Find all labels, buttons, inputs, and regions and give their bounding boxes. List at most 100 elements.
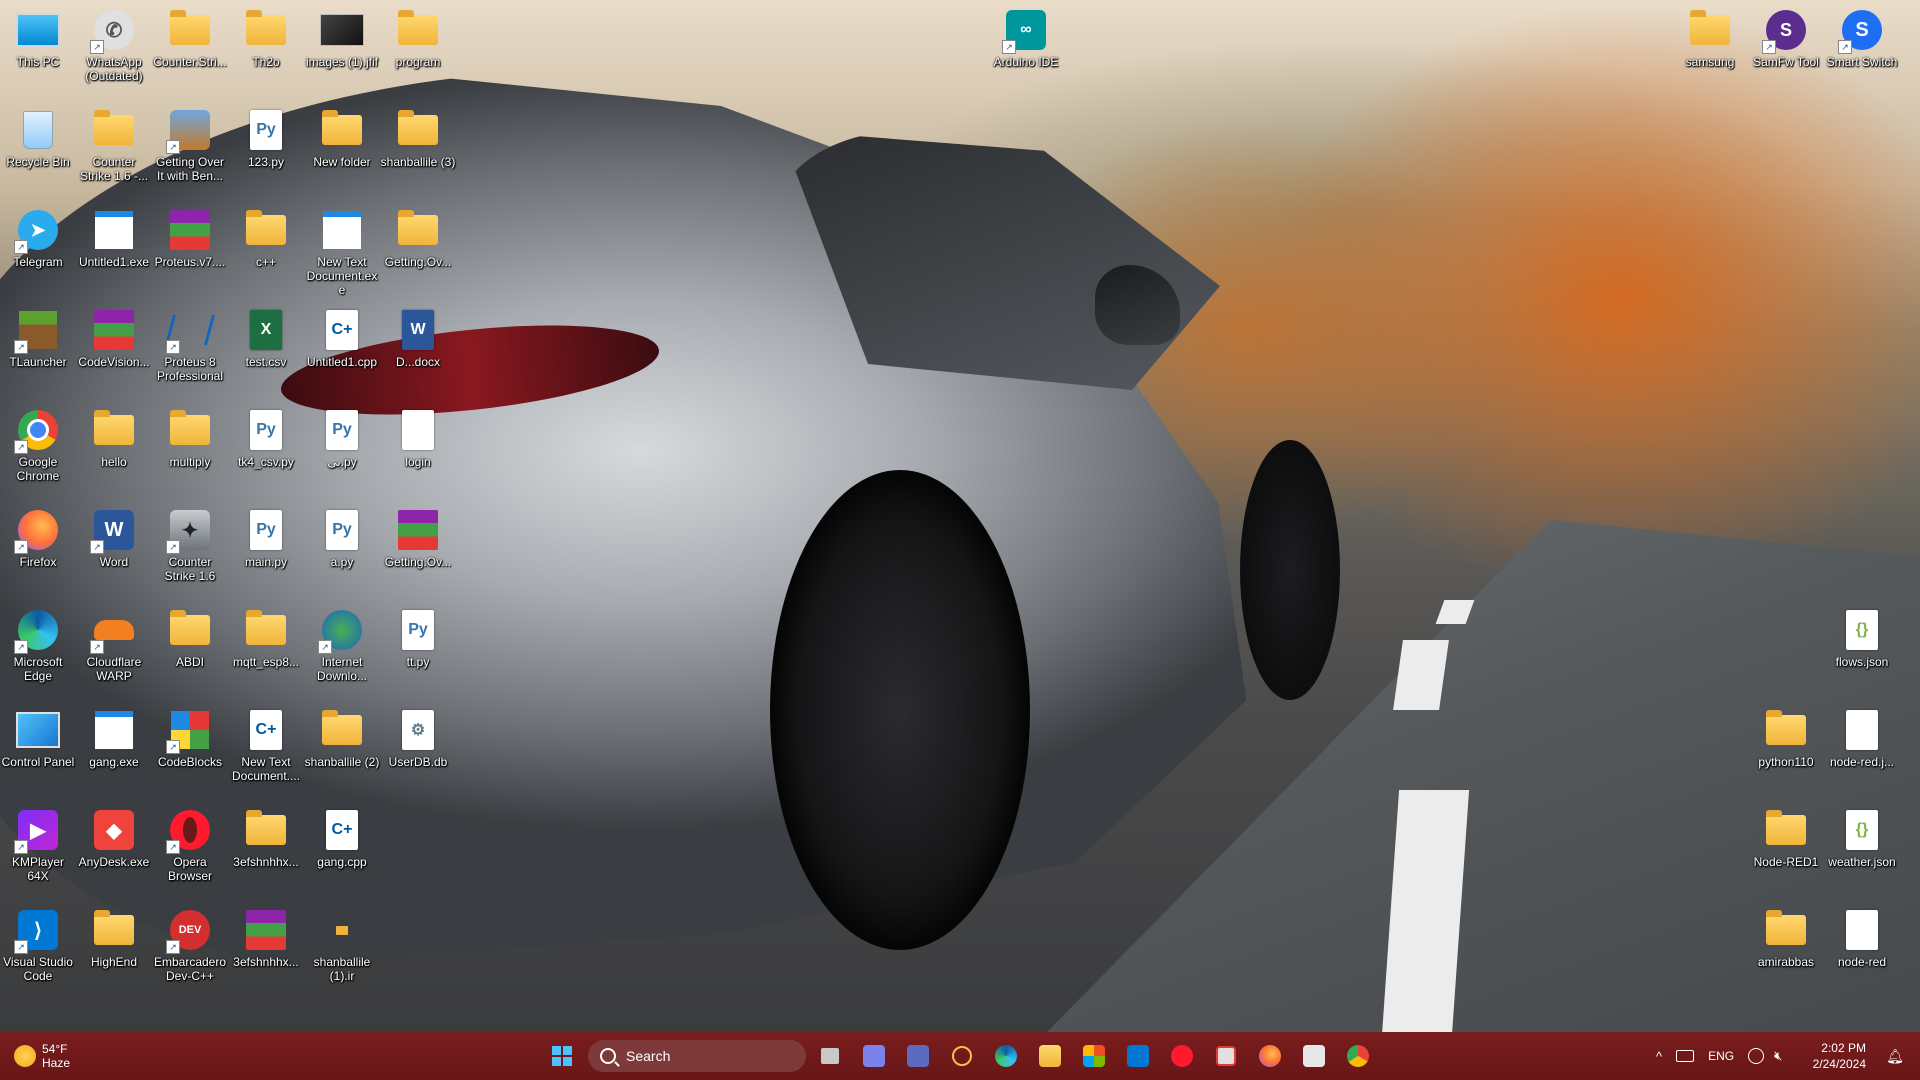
desktop-icon-codevision[interactable]: CodeVision... — [76, 308, 152, 369]
taskbar-task-view[interactable] — [812, 1038, 848, 1074]
taskbar-vscode[interactable] — [1120, 1038, 1156, 1074]
desktop-icon-gang-exe[interactable]: gang.exe — [76, 708, 152, 769]
taskbar-teams[interactable] — [856, 1038, 892, 1074]
desktop-icon-anydesk[interactable]: ◆ AnyDesk.exe — [76, 808, 152, 869]
desktop-icon-node-red1[interactable]: Node-RED1 — [1748, 808, 1824, 869]
desktop-icon-whatsapp[interactable]: ✆ ↗ WhatsApp (Outdated) — [76, 8, 152, 83]
desktop-icon-th2o[interactable]: Th2o — [228, 8, 304, 69]
desktop-icon-main-py[interactable]: Py main.py — [228, 508, 304, 569]
desktop-icon-multiply[interactable]: multiply — [152, 408, 228, 469]
taskbar-store[interactable] — [1076, 1038, 1112, 1074]
language-indicator[interactable]: ENG — [1708, 1049, 1734, 1063]
python-file-icon: Py — [244, 508, 288, 552]
clock[interactable]: 2:02 PM 2/24/2024 — [1813, 1040, 1866, 1072]
desktop-icon-proteus-archive[interactable]: Proteus.v7.... — [152, 208, 228, 269]
desktop-icon-weather-json[interactable]: {} weather.json — [1824, 808, 1900, 869]
desktop-icon-persian-py[interactable]: Py بی.py — [304, 408, 380, 469]
desktop-icon-counter-strike-16[interactable]: Counter Strike 1.6 -... — [76, 108, 152, 183]
desktop-icon-untitled1-exe[interactable]: Untitled1.exe — [76, 208, 152, 269]
taskbar-chrome[interactable] — [1340, 1038, 1376, 1074]
show-hidden-icons[interactable]: ^ — [1656, 1049, 1662, 1064]
desktop-icon-internet-download-manager[interactable]: ↗ Internet Downlo... — [304, 608, 380, 683]
folder-icon — [396, 8, 440, 52]
taskbar-app[interactable] — [944, 1038, 980, 1074]
desktop-icon-hello[interactable]: hello — [76, 408, 152, 469]
devcpp-icon: DEV ↗ — [166, 908, 212, 954]
desktop-icon-node-red[interactable]: node-red — [1824, 908, 1900, 969]
desktop-icon-shanballile-3[interactable]: shanballile (3) — [380, 108, 456, 169]
desktop-icon-arduino-ide[interactable]: ∞ ↗ Arduino IDE — [988, 8, 1064, 69]
desktop-icon-google-chrome[interactable]: ↗ Google Chrome — [0, 408, 76, 483]
taskbar-snipping-tool[interactable] — [1208, 1038, 1244, 1074]
exe-file-icon — [92, 708, 136, 752]
desktop-icon-abdi[interactable]: ABDI — [152, 608, 228, 669]
desktop-icon-userdb[interactable]: ⚙ UserDB.db — [380, 708, 456, 769]
desktop-wallpaper: This PC ✆ ↗ WhatsApp (Outdated) Counter.S… — [0, 0, 1920, 1032]
wallpaper-wheel — [1240, 440, 1340, 700]
desktop-icon-test-csv[interactable]: X test.csv — [228, 308, 304, 369]
desktop-icon-counter-strike[interactable]: ✦ ↗ Counter Strike 1.6 — [152, 508, 228, 583]
desktop-icon-shanballile-1[interactable]: shanballile (1).ir — [304, 908, 380, 983]
taskbar-search-box[interactable]: Search — [588, 1040, 806, 1072]
desktop-icon-getting-ov-archive[interactable]: Getting.Ov... — [380, 508, 456, 569]
desktop-icon-123-py[interactable]: Py 123.py — [228, 108, 304, 169]
desktop-icon-shanballile-2[interactable]: shanballile (2) — [304, 708, 380, 769]
desktop-icon-opera[interactable]: ↗ Opera Browser — [152, 808, 228, 883]
desktop-icon-3efshnhhx-folder[interactable]: 3efshnhhx... — [228, 808, 304, 869]
desktop-icon-devcpp[interactable]: DEV ↗ Embarcadero Dev-C++ — [152, 908, 228, 983]
desktop-icon-untitled1-cpp[interactable]: C+ Untitled1.cpp — [304, 308, 380, 369]
taskbar-app2[interactable] — [1296, 1038, 1332, 1074]
desktop-icon-control-panel[interactable]: Control Panel — [0, 708, 76, 769]
desktop-icon-word[interactable]: W ↗ Word — [76, 508, 152, 569]
desktop-icon-tlauncher[interactable]: ↗ TLauncher — [0, 308, 76, 369]
sun-haze-icon — [14, 1045, 36, 1067]
start-button[interactable] — [544, 1038, 580, 1074]
desktop-icon-images-jfif[interactable]: images (1).jfif — [304, 8, 380, 69]
desktop-icon-firefox[interactable]: ↗ Firefox — [0, 508, 76, 569]
desktop-icon-gang-cpp[interactable]: C+ gang.cpp — [304, 808, 380, 869]
desktop-icon-new-text-document-cpp[interactable]: C+ New Text Document.... — [228, 708, 304, 783]
desktop-icon-program[interactable]: program — [380, 8, 456, 69]
desktop-icon-flows-json[interactable]: {} flows.json — [1824, 608, 1900, 669]
desktop-icon-microsoft-edge[interactable]: ↗ Microsoft Edge — [0, 608, 76, 683]
notification-bell[interactable]: 🔔︎ — [1880, 1038, 1910, 1074]
desktop-icon-this-pc[interactable]: This PC — [0, 8, 76, 69]
desktop-icon-a-py[interactable]: Py a.py — [304, 508, 380, 569]
desktop-icon-3efshnhhx-archive[interactable]: 3efshnhhx... — [228, 908, 304, 969]
desktop-icon-tt-py[interactable]: Py tt.py — [380, 608, 456, 669]
desktop-icon-smart-switch[interactable]: S ↗ Smart Switch — [1824, 8, 1900, 69]
taskbar-file-explorer[interactable] — [1032, 1038, 1068, 1074]
desktop-icon-samsung[interactable]: samsung — [1672, 8, 1748, 69]
desktop-icon-new-folder[interactable]: New folder — [304, 108, 380, 169]
desktop-icon-cloudflare-warp[interactable]: ↗ Cloudflare WARP — [76, 608, 152, 683]
desktop-icon-node-red-j[interactable]: node-red.j... — [1824, 708, 1900, 769]
desktop-icon-recycle-bin[interactable]: Recycle Bin — [0, 108, 76, 169]
volume-muted-icon[interactable]: 🔇︎ — [1774, 1048, 1782, 1064]
desktop-icon-codeblocks[interactable]: ↗ CodeBlocks — [152, 708, 228, 769]
desktop-icon-highend[interactable]: HighEnd — [76, 908, 152, 969]
desktop-icon-python110[interactable]: python110 — [1748, 708, 1824, 769]
desktop-icon-tk4-csv-py[interactable]: Py tk4_csv.py — [228, 408, 304, 469]
taskbar-remote-desktop[interactable] — [900, 1038, 936, 1074]
taskbar-edge[interactable] — [988, 1038, 1024, 1074]
weather-widget[interactable]: 54°F Haze — [14, 1038, 70, 1074]
desktop-icon-counter-strike-folder[interactable]: Counter.Stri... — [152, 8, 228, 69]
desktop-icon-vscode[interactable]: ⟩ ↗ Visual Studio Code — [0, 908, 76, 983]
desktop-icon-getting-ov-folder[interactable]: Getting.Ov... — [380, 208, 456, 269]
network-icon[interactable] — [1748, 1048, 1765, 1064]
taskbar-firefox[interactable] — [1252, 1038, 1288, 1074]
desktop-icon-kmplayer[interactable]: ▶ ↗ KMPlayer 64X — [0, 808, 76, 883]
desktop-icon-amirabbas[interactable]: amirabbas — [1748, 908, 1824, 969]
desktop-icon-docx[interactable]: W D...docx — [380, 308, 456, 369]
desktop-icon-samfw-tool[interactable]: S ↗ SamFw Tool — [1748, 8, 1824, 69]
desktop-icon-proteus-8[interactable]: ↗ Proteus 8 Professional — [152, 308, 228, 383]
desktop-icon-telegram[interactable]: ➤ ↗ Telegram — [0, 208, 76, 269]
keyboard-icon[interactable] — [1676, 1050, 1695, 1062]
desktop-icon-new-text-document-exe[interactable]: New Text Document.ex e — [304, 208, 380, 297]
desktop-icon-mqtt-esp8[interactable]: mqtt_esp8... — [228, 608, 304, 669]
desktop-icon-getting-over-it[interactable]: ↗ Getting Over It with Ben... — [152, 108, 228, 183]
taskbar-opera[interactable] — [1164, 1038, 1200, 1074]
desktop-icon-cpp-folder[interactable]: c++ — [228, 208, 304, 269]
control-panel-icon — [16, 708, 60, 752]
desktop-icon-login[interactable]: login — [380, 408, 456, 469]
